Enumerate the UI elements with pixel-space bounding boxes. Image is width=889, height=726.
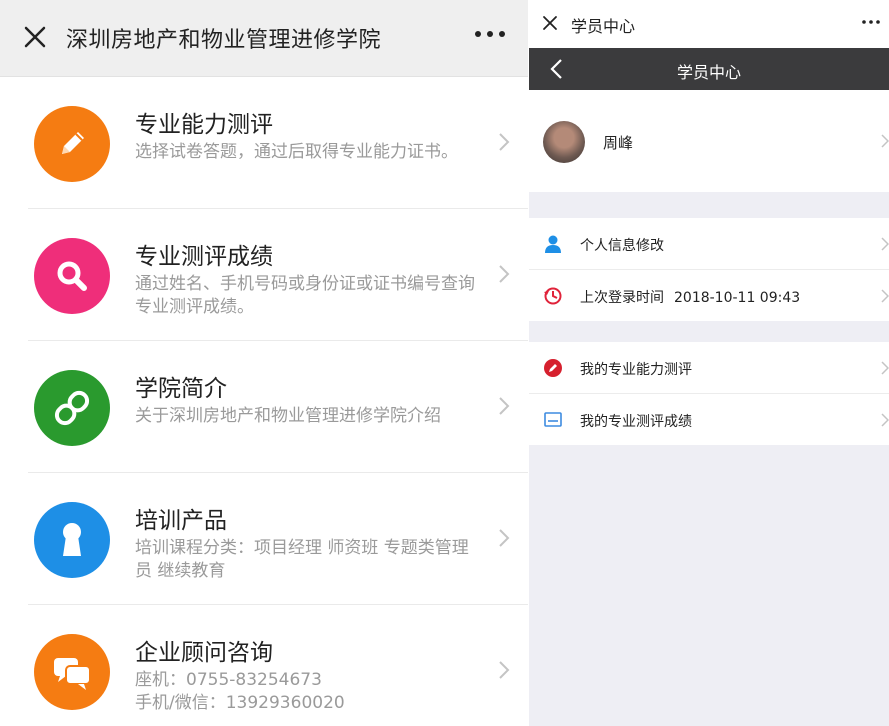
menu-list: 专业能力测评 选择试卷答题，通过后取得专业能力证书。 专业测评成绩 通过姓名、手…: [0, 77, 528, 726]
edit-profile-row[interactable]: 个人信息修改: [529, 218, 889, 270]
menu-item-training-products[interactable]: 培训产品 培训课程分类：项目经理 师资班 专题类管理员 继续教育: [28, 473, 528, 605]
left-panel: 深圳房地产和物业管理进修学院 专业能力测评 选择试卷答题，通过后取得专业能力证书…: [0, 0, 528, 726]
menu-item-desc: 选择试卷答题，通过后取得专业能力证书。: [135, 142, 458, 162]
chevron-right-icon: [499, 661, 510, 679]
chevron-right-icon: [499, 133, 510, 151]
menu-item-title: 学院简介: [135, 376, 227, 402]
search-icon: [34, 238, 110, 314]
more-icon[interactable]: [861, 16, 881, 28]
my-ability-test-row[interactable]: 我的专业能力测评: [529, 342, 889, 394]
menu-item-test-scores[interactable]: 专业测评成绩 通过姓名、手机号码或身份证或证书编号查询专业测评成绩。: [28, 209, 528, 341]
history-icon: [544, 287, 562, 305]
left-top-bar: 深圳房地产和物业管理进修学院: [0, 0, 528, 77]
row-label: 我的专业能力测评: [580, 362, 692, 378]
menu-item-desc: 关于深圳房地产和物业管理进修学院介绍: [135, 406, 441, 426]
close-icon[interactable]: [541, 14, 559, 32]
chevron-right-icon: [881, 289, 889, 303]
link-icon: [34, 370, 110, 446]
menu-item-college-intro[interactable]: 学院简介 关于深圳房地产和物业管理进修学院介绍: [28, 341, 528, 473]
profile-name: 周峰: [603, 134, 634, 152]
chevron-right-icon: [881, 361, 889, 375]
account-group: 个人信息修改 上次登录时间 2018-10-11 09:43: [529, 218, 889, 321]
menu-item-title: 企业顾问咨询: [135, 640, 273, 666]
chevron-right-icon: [499, 265, 510, 283]
last-login-value: 2018-10-11 09:43: [674, 290, 801, 306]
right-panel: 学员中心 学员中心 周峰 个人信息修改 上次登录时间 2018-10-11 09…: [529, 0, 889, 726]
more-icon[interactable]: [472, 24, 508, 44]
close-icon[interactable]: [20, 22, 50, 52]
card-icon: [544, 412, 562, 427]
keyhole-icon: [34, 502, 110, 578]
last-login-row[interactable]: 上次登录时间 2018-10-11 09:43: [529, 270, 889, 321]
mobile-wechat-text: 手机/微信：13929360020: [135, 693, 345, 713]
my-test-scores-row[interactable]: 我的专业测评成绩: [529, 394, 889, 445]
chevron-right-icon: [499, 397, 510, 415]
user-icon: [545, 235, 561, 253]
chevron-right-icon: [499, 529, 510, 547]
menu-item-desc: 通过姓名、手机号码或身份证或证书编号查询专业测评成绩。: [135, 274, 475, 317]
window-title: 深圳房地产和物业管理进修学院: [66, 28, 382, 53]
last-login-label: 上次登录时间: [580, 290, 664, 306]
nav-bar: 学员中心: [529, 48, 889, 90]
row-label: 上次登录时间 2018-10-11 09:43: [580, 287, 800, 307]
pencil-icon: [34, 106, 110, 182]
menu-item-desc: 座机：0755-83254673 手机/微信：13929360020: [135, 669, 485, 715]
landline-text: 座机：0755-83254673: [135, 670, 322, 690]
nav-title: 学员中心: [676, 63, 741, 82]
menu-item-ability-test[interactable]: 专业能力测评 选择试卷答题，通过后取得专业能力证书。: [28, 77, 528, 209]
profile-row[interactable]: 周峰: [529, 90, 889, 192]
avatar: [543, 121, 585, 163]
assessment-group: 我的专业能力测评 我的专业测评成绩: [529, 342, 889, 445]
chevron-right-icon: [881, 134, 889, 148]
right-top-bar: 学员中心: [529, 0, 889, 48]
menu-item-title: 培训产品: [135, 508, 227, 534]
chat-icon: [34, 634, 110, 710]
chevron-right-icon: [881, 413, 889, 427]
menu-item-desc: 培训课程分类：项目经理 师资班 专题类管理员 继续教育: [135, 538, 469, 581]
menu-item-consulting[interactable]: 企业顾问咨询 座机：0755-83254673 手机/微信：1392936002…: [28, 605, 528, 726]
row-label: 个人信息修改: [580, 238, 664, 254]
pencil-circle-icon: [544, 359, 562, 377]
menu-item-title: 专业能力测评: [135, 112, 273, 138]
row-label: 我的专业测评成绩: [580, 414, 692, 430]
chevron-right-icon: [881, 237, 889, 251]
window-title: 学员中心: [571, 17, 636, 36]
menu-item-title: 专业测评成绩: [135, 244, 273, 270]
